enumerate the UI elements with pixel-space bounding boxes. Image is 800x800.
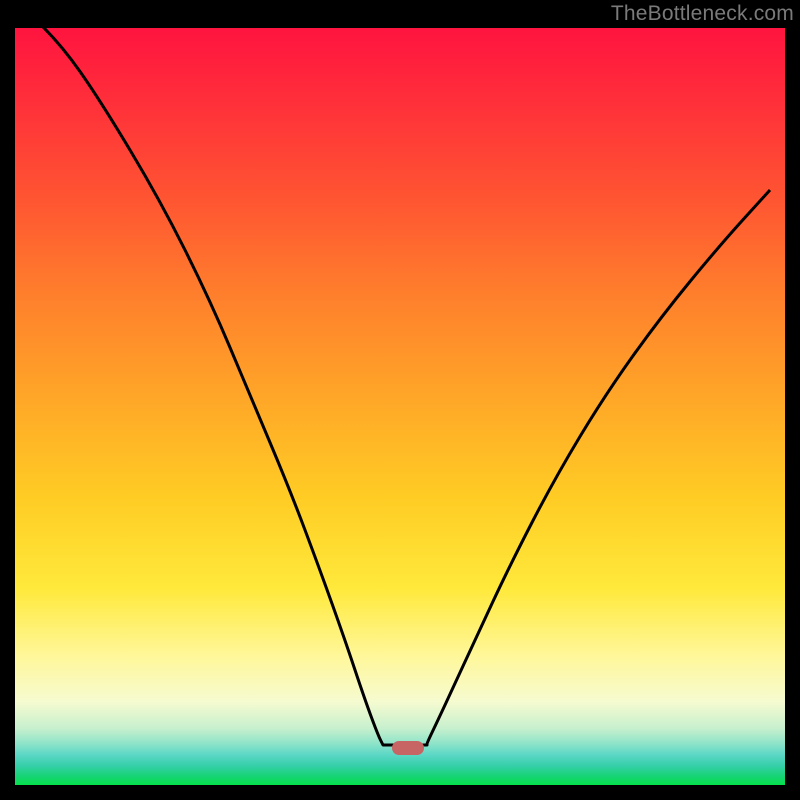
minimum-marker: [392, 741, 424, 755]
attribution-label: TheBottleneck.com: [611, 2, 794, 26]
chart-stage: TheBottleneck.com: [0, 0, 800, 800]
bottleneck-curve: [15, 28, 770, 745]
curve-layer: [15, 28, 785, 785]
plot-area: [15, 28, 785, 785]
